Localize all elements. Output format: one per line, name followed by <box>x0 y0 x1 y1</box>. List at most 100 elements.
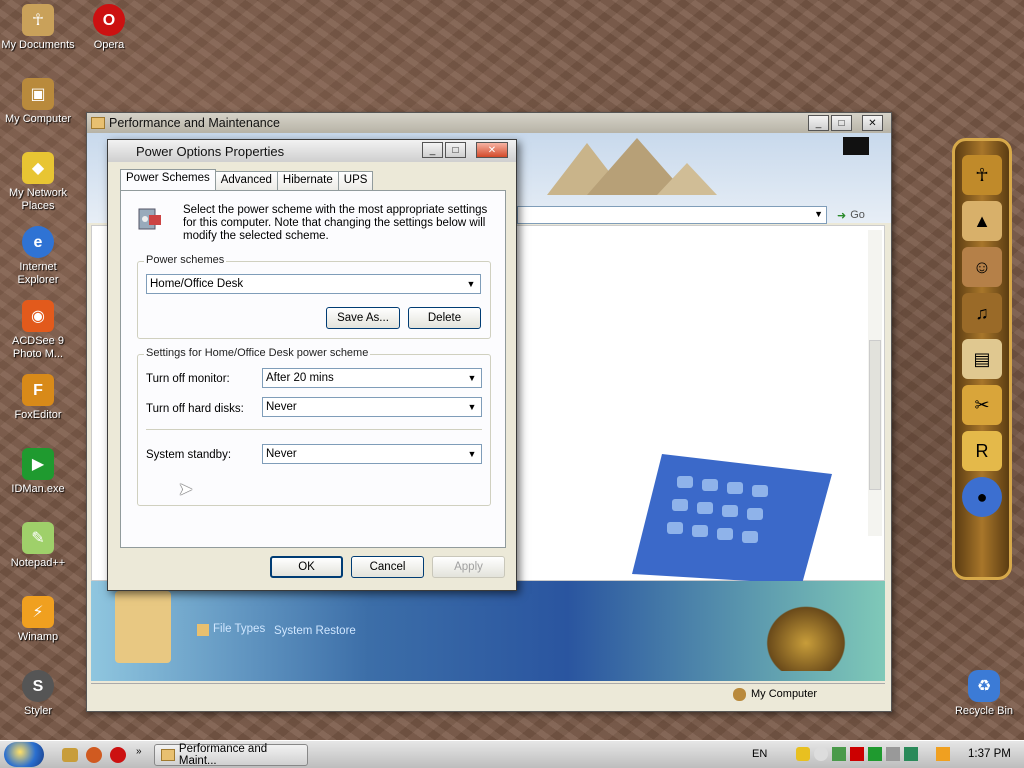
power-plug-icon <box>135 205 165 233</box>
go-arrow-icon[interactable]: ➜ <box>837 209 846 222</box>
desktop-icon-my-computer[interactable]: ▣ My Computer <box>0 78 76 126</box>
registry-icon[interactable]: R <box>962 431 1002 471</box>
desktop-icon-label: FoxEditor <box>14 409 62 421</box>
taskbar-button-label: Performance and Maint... <box>178 743 268 767</box>
system-tray <box>796 747 950 761</box>
download-tray-icon[interactable] <box>868 747 882 761</box>
folder-icon <box>91 117 105 129</box>
tab-strip: Power Schemes Advanced Hibernate UPS <box>120 169 374 190</box>
power-options-dialog: Power Options Properties _ □ ✕ Power Sch… <box>107 139 517 591</box>
quicklaunch-sphinx-icon[interactable] <box>62 748 78 762</box>
system-restore-link[interactable]: System Restore <box>274 625 356 637</box>
desktop-icon-internet-explorer[interactable]: e Internet Explorer <box>0 226 76 287</box>
opera-icon: O <box>93 4 125 36</box>
mouse-cursor-icon: ➤ <box>178 479 194 499</box>
desktop-icon-label: My Computer <box>4 113 72 125</box>
chevron-down-icon[interactable]: ▼ <box>465 447 479 461</box>
dialog-titlebar: Power Options Properties _ □ ✕ <box>108 140 516 162</box>
file-types-link[interactable]: File Types <box>213 623 265 635</box>
address-bar: ▼ ➜ Go <box>517 205 889 225</box>
desktop-icon-label: Winamp <box>17 631 59 643</box>
utility-tray-icon[interactable] <box>904 747 918 761</box>
taskbar-button-performance[interactable]: Performance and Maint... <box>154 743 308 767</box>
desktop-icon-winamp[interactable]: ⚡ Winamp <box>0 596 76 644</box>
language-indicator[interactable]: EN <box>752 748 767 760</box>
pyramids-icon[interactable]: ▲ <box>962 201 1002 241</box>
scrollbar[interactable] <box>868 230 882 536</box>
desktop-icon-recycle-bin[interactable]: ♻ Recycle Bin <box>946 670 1022 718</box>
book-icon[interactable]: ▤ <box>962 339 1002 379</box>
window-titlebar: Performance and Maintenance _ □ ✕ <box>87 113 891 133</box>
tab-ups[interactable]: UPS <box>337 171 374 190</box>
foxeditor-icon: F <box>22 374 54 406</box>
messenger-icon[interactable] <box>814 747 828 761</box>
harddisk-timeout-value: Never <box>266 401 297 413</box>
desktop-icon-opera[interactable]: O Opera <box>71 4 147 52</box>
pharaoh-icon[interactable]: ☥ <box>962 155 1002 195</box>
quicklaunch-opera-icon[interactable] <box>110 747 126 763</box>
isis-illustration-icon <box>761 601 851 671</box>
tab-advanced[interactable]: Advanced <box>214 171 278 190</box>
recycle-bin-icon: ♻ <box>968 670 1000 702</box>
chevron-down-icon[interactable]: ▼ <box>464 277 478 291</box>
ok-button[interactable]: OK <box>270 556 343 578</box>
capsule-icon[interactable]: ● <box>962 477 1002 517</box>
maximize-button[interactable]: □ <box>445 142 466 158</box>
chevron-right-icon[interactable]: » <box>136 746 142 757</box>
desktop-icon-my-documents[interactable]: ☥ My Documents <box>0 4 76 52</box>
chevron-down-icon[interactable]: ▼ <box>465 371 479 385</box>
standby-timeout-value: Never <box>266 448 297 460</box>
tab-power-schemes[interactable]: Power Schemes <box>120 169 216 190</box>
desktop-icon-notepadpp[interactable]: ✎ Notepad++ <box>0 522 76 570</box>
cancel-button[interactable]: Cancel <box>351 556 424 578</box>
delete-button[interactable]: Delete <box>408 307 481 329</box>
chevron-down-icon[interactable]: ▼ <box>465 400 479 414</box>
shield-icon[interactable] <box>796 747 810 761</box>
minimize-button[interactable]: _ <box>808 115 829 131</box>
camera-icon: ◉ <box>22 300 54 332</box>
folder-icon <box>161 749 175 761</box>
desktop-icon-styler[interactable]: S Styler <box>0 670 76 718</box>
window-title: Performance and Maintenance <box>109 116 280 130</box>
user-folder-icon: ☥ <box>22 4 54 36</box>
tools-icon[interactable]: ✂ <box>962 385 1002 425</box>
standby-timeout-select[interactable]: Never ▼ <box>262 444 482 464</box>
monitor-timeout-value: After 20 mins <box>266 372 334 384</box>
power-schemes-pane: Select the power scheme with the most ap… <box>120 190 506 548</box>
minimize-button[interactable]: _ <box>422 142 443 158</box>
maximize-button[interactable]: □ <box>831 115 852 131</box>
taskbar: » Performance and Maint... EN 1:37 PM <box>0 740 1024 768</box>
winamp-tray-icon[interactable] <box>936 747 950 761</box>
power-scheme-select[interactable]: Home/Office Desk ▼ <box>146 274 481 294</box>
tab-hibernate[interactable]: Hibernate <box>276 171 339 190</box>
close-button[interactable]: ✕ <box>476 142 508 158</box>
notepad-icon: ✎ <box>22 522 54 554</box>
harddisk-timeout-select[interactable]: Never ▼ <box>262 397 482 417</box>
desktop-icon-my-network-places[interactable]: ◆ My Network Places <box>0 152 76 213</box>
desktop-icon-acdsee[interactable]: ◉ ACDSee 9 Photo M... <box>0 300 76 361</box>
save-as-button[interactable]: Save As... <box>326 307 400 329</box>
volume-icon[interactable] <box>886 747 900 761</box>
chevron-down-icon[interactable]: ▼ <box>814 209 823 219</box>
desktop-icon-idman[interactable]: ▶ IDMan.exe <box>0 448 76 496</box>
go-button[interactable]: Go <box>850 209 865 221</box>
settings-divider <box>146 429 482 430</box>
clock[interactable]: 1:37 PM <box>968 748 1011 760</box>
harp-icon[interactable]: ♫ <box>962 293 1002 333</box>
desktop-icon-label: Notepad++ <box>10 557 66 569</box>
antivirus-icon[interactable] <box>850 747 864 761</box>
scroll-thumb[interactable] <box>869 340 881 490</box>
folder-illustration-icon <box>115 591 171 663</box>
monitor-timeout-select[interactable]: After 20 mins ▼ <box>262 368 482 388</box>
desktop-icon-label: My Documents <box>1 39 75 51</box>
scheme-settings-legend: Settings for Home/Office Desk power sche… <box>144 347 371 359</box>
close-button[interactable]: ✕ <box>862 115 883 131</box>
apply-button[interactable]: Apply <box>432 556 505 578</box>
quicklaunch-firefox-icon[interactable] <box>86 747 102 763</box>
network-tray-icon[interactable] <box>832 747 846 761</box>
start-button[interactable] <box>4 742 44 767</box>
winamp-icon: ⚡ <box>22 596 54 628</box>
address-input[interactable]: ▼ <box>517 206 827 224</box>
desktop-icon-foxeditor[interactable]: F FoxEditor <box>0 374 76 422</box>
scribe-icon[interactable]: ☺ <box>962 247 1002 287</box>
